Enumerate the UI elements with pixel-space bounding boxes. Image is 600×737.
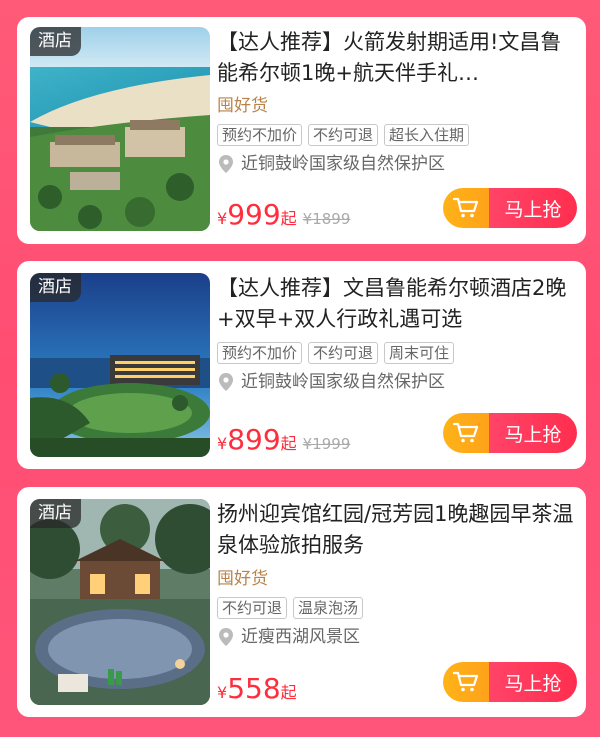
shopping-cart-icon <box>453 197 479 218</box>
tag-chip: 不约可退 <box>308 124 379 146</box>
buy-now-label: 马上抢 <box>489 413 577 453</box>
tag-chip: 不约可退 <box>308 342 379 364</box>
price: ¥558起 <box>217 672 297 705</box>
location-text: 近瘦西湖风景区 <box>241 627 360 647</box>
product-image-1[interactable]: 酒店 <box>30 27 210 231</box>
price: ¥899起 ¥1999 <box>217 423 351 456</box>
brand-label: 囤好货 <box>217 569 268 589</box>
price-value: 999 <box>227 198 281 231</box>
location-row: 近瘦西湖风景区 <box>217 625 576 649</box>
price-value: 899 <box>227 423 281 456</box>
product-image-2[interactable]: 酒店 <box>30 273 210 457</box>
product-title[interactable]: 扬州迎宾馆红园/冠芳园1晚趣园早茶温泉体验旅拍服务 <box>217 499 576 561</box>
product-card-1[interactable]: 酒店 【达人推荐】火箭发射期适用!文昌鲁能希尔顿1晚+航天伴手礼… 囤好货 预约… <box>17 17 586 244</box>
shopping-cart-icon <box>453 671 479 692</box>
original-price: ¥1899 <box>302 210 351 228</box>
hotel-badge: 酒店 <box>30 499 81 528</box>
price: ¥999起 ¥1899 <box>217 198 351 231</box>
buy-now-label: 马上抢 <box>489 662 577 702</box>
hotel-badge: 酒店 <box>30 273 81 302</box>
buy-now-button[interactable]: 马上抢 <box>443 188 577 228</box>
location-pin-icon <box>219 155 233 173</box>
location-text: 近铜鼓岭国家级自然保护区 <box>241 372 445 392</box>
tag-chip: 不约可退 <box>217 597 288 619</box>
location-row: 近铜鼓岭国家级自然保护区 <box>217 152 576 176</box>
brand-label: 囤好货 <box>217 96 268 116</box>
buy-now-button[interactable]: 马上抢 <box>443 662 577 702</box>
product-title[interactable]: 【达人推荐】文昌鲁能希尔顿酒店2晚+双早+双人行政礼遇可选 <box>217 273 576 335</box>
tag-chip: 周末可住 <box>384 342 455 364</box>
location-pin-icon <box>219 373 233 391</box>
product-image-3[interactable]: 酒店 <box>30 499 210 705</box>
tag-chip: 预约不加价 <box>217 124 303 146</box>
location-pin-icon <box>219 628 233 646</box>
tag-chip: 超长入住期 <box>384 124 470 146</box>
hotel-badge: 酒店 <box>30 27 81 56</box>
original-price: ¥1999 <box>302 435 351 453</box>
buy-now-button[interactable]: 马上抢 <box>443 413 577 453</box>
product-title[interactable]: 【达人推荐】火箭发射期适用!文昌鲁能希尔顿1晚+航天伴手礼… <box>217 27 576 89</box>
shopping-cart-icon <box>453 422 479 443</box>
price-value: 558 <box>227 672 281 705</box>
location-text: 近铜鼓岭国家级自然保护区 <box>241 154 445 174</box>
tag-chip: 温泉泡汤 <box>293 597 364 619</box>
product-card-3[interactable]: 酒店 扬州迎宾馆红园/冠芳园1晚趣园早茶温泉体验旅拍服务 囤好货 不约可退 温泉… <box>17 487 586 717</box>
product-card-2[interactable]: 酒店 【达人推荐】文昌鲁能希尔顿酒店2晚+双早+双人行政礼遇可选 预约不加价 不… <box>17 261 586 469</box>
buy-now-label: 马上抢 <box>489 188 577 228</box>
location-row: 近铜鼓岭国家级自然保护区 <box>217 370 576 394</box>
tag-chip: 预约不加价 <box>217 342 303 364</box>
